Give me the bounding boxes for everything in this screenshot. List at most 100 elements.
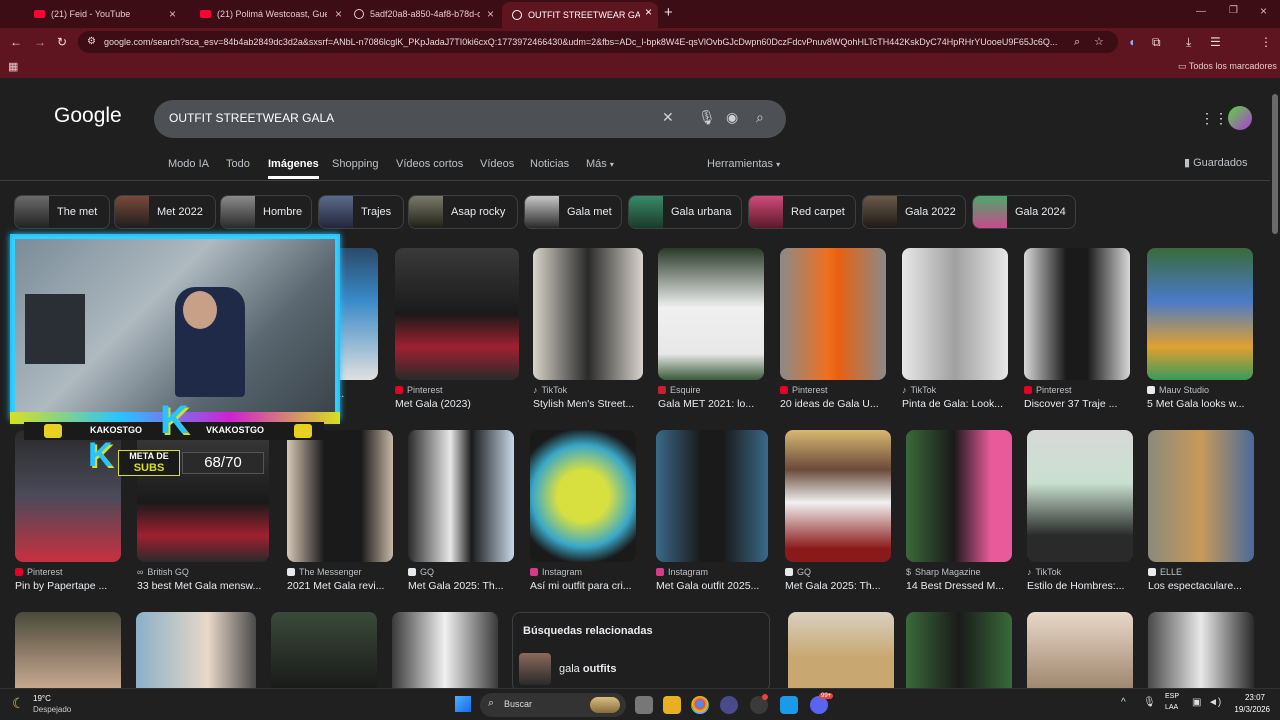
result-thumbnail[interactable] (656, 430, 768, 562)
clock-time[interactable]: 23:07 (1227, 693, 1265, 702)
tab-shopping[interactable]: Shopping (332, 158, 379, 170)
result-title[interactable]: Met Gala 2025: Th... (785, 580, 891, 592)
chip-gala-urbana[interactable]: Gala urbana (628, 195, 742, 229)
search-box[interactable]: OUTFIT STREETWEAR GALA ✕ 🎙 ◉ ⌕ (154, 100, 786, 138)
result-title[interactable]: Stylish Men's Street... (533, 398, 643, 410)
tab-todo[interactable]: Todo (226, 158, 250, 170)
result-thumbnail[interactable] (1024, 248, 1130, 380)
window-close-icon[interactable]: × (1260, 4, 1267, 18)
new-tab-icon[interactable]: + (664, 4, 673, 21)
volume-icon[interactable]: ◄) (1208, 697, 1221, 708)
result-thumbnail[interactable] (1147, 248, 1253, 380)
result-thumbnail[interactable] (530, 430, 636, 562)
result-title[interactable]: Estilo de Hombres:... (1027, 580, 1133, 592)
result-title[interactable]: Met Gala 2025: Th... (408, 580, 514, 592)
image-result[interactable]: ♪ TikTok Pinta de Gala: Look... (902, 248, 1008, 410)
image-result[interactable]: Pinterest Discover 37 Traje ... (1024, 248, 1130, 410)
google-apps-icon[interactable]: ⋮⋮ (1200, 110, 1228, 127)
chip-asap-rocky[interactable]: Asap rocky (408, 195, 518, 229)
google-logo[interactable]: Google (54, 104, 122, 128)
result-title[interactable]: Los espectaculare... (1148, 580, 1254, 592)
taskbar-search[interactable]: ⌕ Buscar (480, 693, 626, 717)
image-result[interactable]: $ Sharp Magazine 14 Best Dressed M... (906, 430, 1012, 592)
result-title[interactable]: Así mi outfit para cri... (530, 580, 636, 592)
forward-icon[interactable]: → (34, 28, 46, 56)
close-icon[interactable]: × (169, 7, 176, 21)
chip-the-met[interactable]: The met (14, 195, 110, 229)
tab-youtube-feid[interactable]: (21) Feid - YouTube × (24, 4, 182, 24)
result-thumbnail[interactable] (408, 430, 514, 562)
obs-icon[interactable] (720, 696, 738, 714)
chip-hombre[interactable]: Hombre (220, 195, 312, 229)
reload-icon[interactable]: ↻ (57, 28, 67, 56)
page-scrollbar[interactable] (1270, 80, 1280, 688)
tab-videos-cortos[interactable]: Vídeos cortos (396, 158, 463, 170)
result-thumbnail[interactable] (533, 248, 643, 380)
image-result[interactable]: ♪ TikTok Estilo de Hombres:... (1027, 430, 1133, 592)
back-icon[interactable]: ← (10, 28, 22, 56)
clear-icon[interactable]: ✕ (662, 109, 674, 126)
result-thumbnail[interactable] (785, 430, 891, 562)
image-result[interactable]: ELLE Los espectaculare... (1148, 430, 1254, 592)
result-title[interactable]: Gala MET 2021: lo... (658, 398, 764, 410)
image-result[interactable]: Mauv Studio 5 Met Gala looks w... (1147, 248, 1253, 410)
image-result[interactable]: Instagram Así mi outfit para cri... (530, 430, 636, 592)
tab-noticias[interactable]: Noticias (530, 158, 569, 170)
image-result[interactable]: GQ Met Gala 2025: Th... (785, 430, 891, 592)
bookmark-star-icon[interactable]: ☆ (1094, 31, 1104, 53)
result-title[interactable]: Discover 37 Traje ... (1024, 398, 1130, 410)
result-title[interactable]: 5 Met Gala looks w... (1147, 398, 1253, 410)
image-result[interactable]: Pinterest 20 ideas de Gala U... (780, 248, 886, 410)
tools-button[interactable]: Herramientas ▾ (707, 158, 780, 170)
result-thumbnail[interactable] (1148, 430, 1254, 562)
chip-gala-met[interactable]: Gala met (524, 195, 622, 229)
result-title[interactable]: Pin by Papertape ... (15, 580, 121, 592)
result-title[interactable]: 14 Best Dressed M... (906, 580, 1012, 592)
related-item-gala-outfits[interactable]: gala outfits (519, 653, 763, 687)
account-avatar[interactable] (1228, 106, 1252, 130)
result-thumbnail[interactable] (902, 248, 1008, 380)
result-title[interactable]: 2021 Met Gala revi... (287, 580, 393, 592)
chrome-taskbar-icon[interactable] (691, 696, 709, 714)
tray-chevron-icon[interactable]: ^ (1121, 697, 1126, 708)
tab-uuid[interactable]: 5adf20a8-a850-4af8-b78d-c85 × (344, 4, 500, 24)
image-result[interactable]: ♪ TikTok Stylish Men's Street... (533, 248, 643, 410)
zoom-icon[interactable]: ⌕ (1074, 31, 1080, 53)
all-bookmarks[interactable]: ▭ Todos los marcadores (1178, 61, 1277, 72)
tab-modo-ia[interactable]: Modo IA (168, 158, 209, 170)
lang-secondary[interactable]: LAA (1165, 704, 1178, 711)
scroll-thumb[interactable] (1272, 94, 1278, 234)
weather-status[interactable]: Despejado (33, 705, 71, 714)
file-explorer-icon[interactable] (663, 696, 681, 714)
result-thumbnail[interactable] (1148, 612, 1254, 688)
tab-videos[interactable]: Vídeos (480, 158, 514, 170)
network-icon[interactable]: ▣ (1192, 697, 1201, 708)
result-thumbnail[interactable] (906, 612, 1012, 688)
clock-date[interactable]: 19/3/2026 (1222, 705, 1270, 714)
result-thumbnail[interactable] (1027, 430, 1133, 562)
result-thumbnail[interactable] (780, 248, 886, 380)
address-bar[interactable]: ⚙ google.com/search?sca_esv=84b4ab2849dc… (78, 31, 1118, 53)
tab-mas[interactable]: Más ▾ (586, 158, 614, 170)
chip-met-2022[interactable]: Met 2022 (114, 195, 216, 229)
weather-temp[interactable]: 19°C (33, 694, 51, 703)
extensions-icon[interactable]: ⧉ (1152, 28, 1161, 56)
image-result[interactable]: Instagram Met Gala outfit 2025... (656, 430, 768, 592)
result-title[interactable]: Pinta de Gala: Look... (902, 398, 1008, 410)
chip-trajes[interactable]: Trajes (318, 195, 404, 229)
tab-imagenes[interactable]: Imágenes (268, 158, 319, 179)
close-icon[interactable]: × (335, 7, 342, 21)
extension-translate-icon[interactable]: ◖ (1128, 28, 1135, 56)
moon-weather-icon[interactable]: ☾ (12, 695, 25, 712)
chrome-menu-icon[interactable]: ⋮ (1260, 28, 1272, 56)
task-view-icon[interactable] (635, 696, 653, 714)
site-info-icon[interactable]: ⚙ (87, 31, 96, 53)
lens-icon[interactable]: ◉ (726, 109, 738, 126)
result-thumbnail[interactable] (15, 612, 121, 688)
image-result[interactable]: Esquire Gala MET 2021: lo... (658, 248, 764, 410)
minimize-icon[interactable]: — (1196, 6, 1206, 17)
chip-red-carpet[interactable]: Red carpet (748, 195, 856, 229)
microphone-icon[interactable]: 🎙 (698, 109, 716, 126)
result-thumbnail[interactable] (788, 612, 894, 688)
result-thumbnail[interactable] (658, 248, 764, 380)
